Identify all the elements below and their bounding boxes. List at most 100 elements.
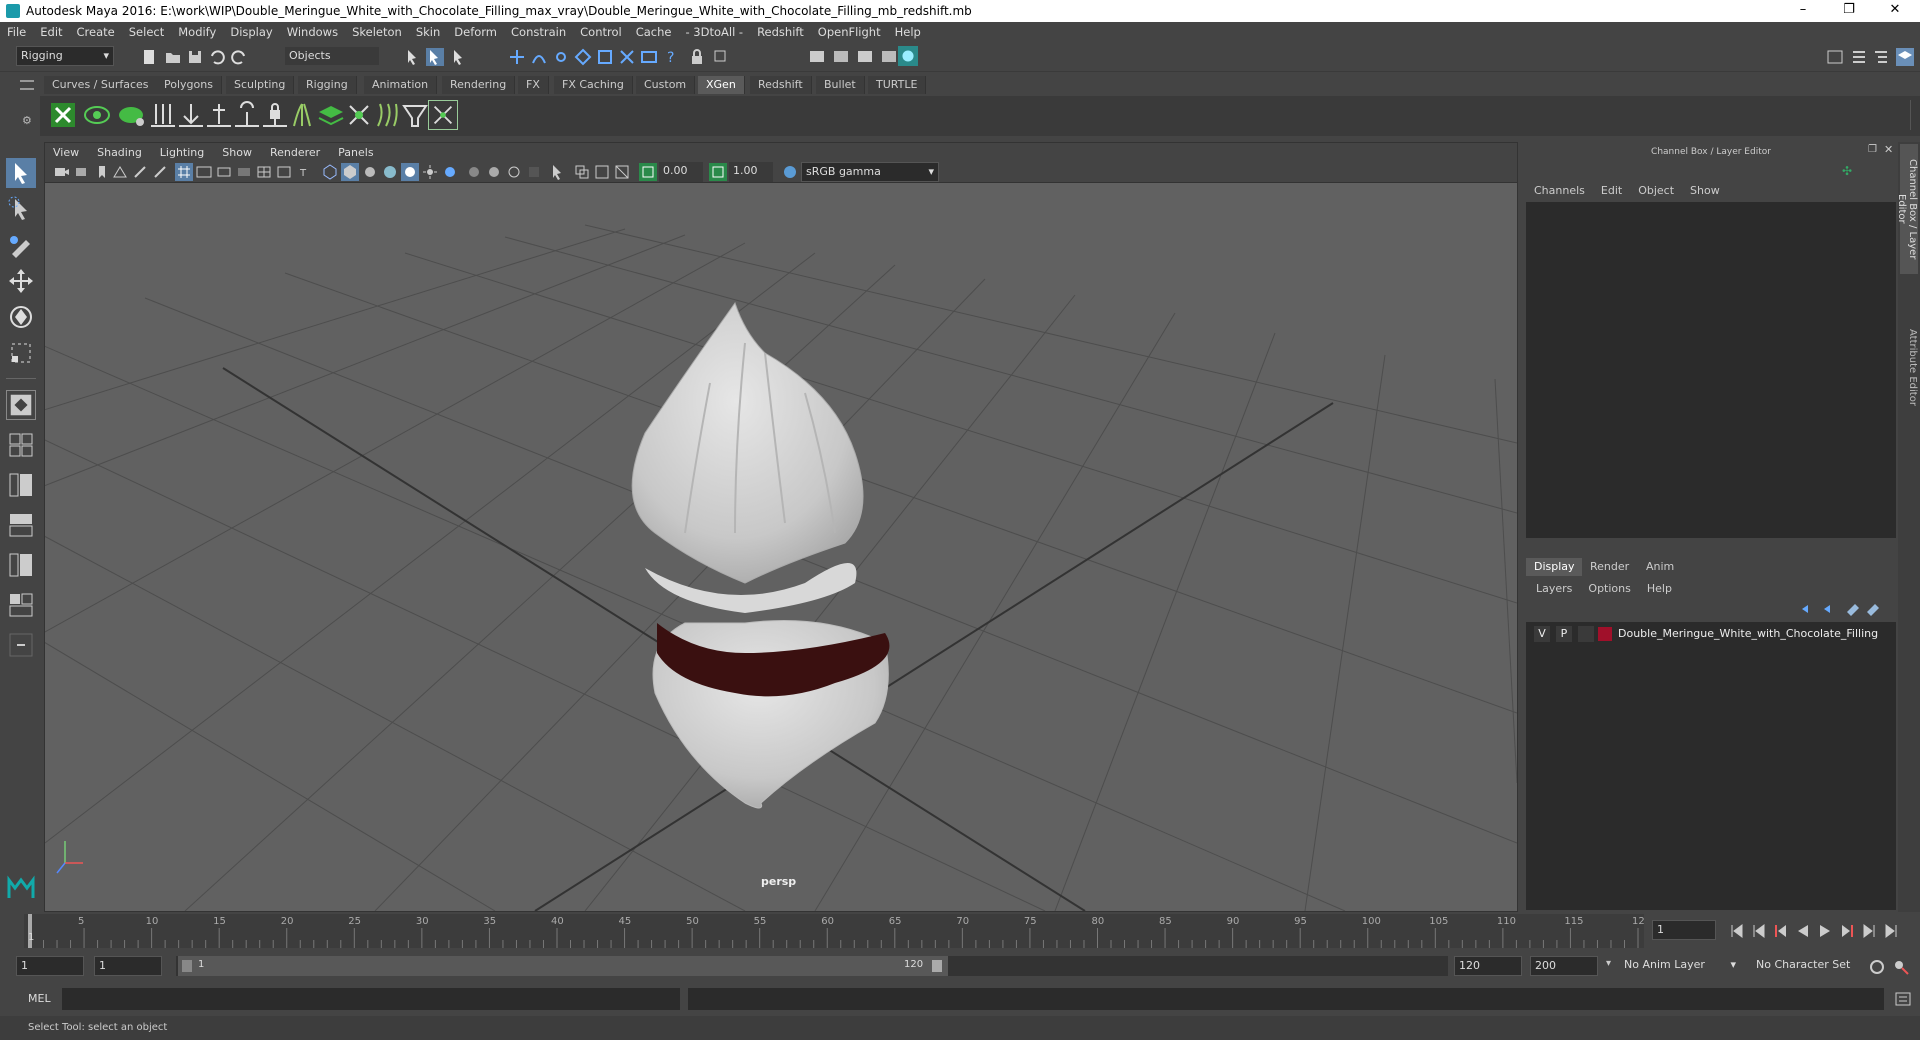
xgen-bend-guide-icon[interactable]	[232, 100, 262, 130]
render-sequence-icon[interactable]	[832, 48, 850, 66]
menu-deform[interactable]: Deform	[447, 25, 504, 39]
menu-display[interactable]: Display	[223, 25, 279, 39]
shelf-scroll-handle[interactable]	[1910, 100, 1918, 130]
cb-menu-object[interactable]: Object	[1630, 184, 1682, 197]
xgen-create-description-icon[interactable]	[116, 100, 146, 130]
symmetry-icon[interactable]	[618, 48, 636, 66]
xgen-guides-to-curves-icon[interactable]	[288, 100, 318, 130]
xray-joints-icon[interactable]	[573, 163, 591, 181]
lock-icon[interactable]	[688, 48, 706, 66]
menu-constrain[interactable]: Constrain	[504, 25, 573, 39]
persp-graph-layout-icon[interactable]	[6, 510, 36, 540]
cb-menu-channels[interactable]: Channels	[1524, 184, 1593, 197]
xgen-fx-icon[interactable]	[372, 100, 402, 130]
colorspace-dropdown[interactable]: sRGB gamma ▾	[801, 162, 939, 182]
step-back-key-icon[interactable]	[1750, 922, 1768, 940]
shelf-tab-fx-caching[interactable]: FX Caching	[554, 76, 633, 94]
workspace-channel-icon[interactable]	[1850, 48, 1868, 66]
undo-icon[interactable]	[208, 48, 226, 66]
select-by-hierarchy-icon[interactable]	[404, 48, 422, 66]
xgen-add-guide-icon[interactable]	[148, 100, 178, 130]
cb-menu-edit[interactable]: Edit	[1593, 184, 1630, 197]
render-settings-icon[interactable]	[880, 48, 898, 66]
render-region-icon[interactable]	[640, 48, 658, 66]
smooth-shade-icon[interactable]	[341, 163, 359, 181]
select-highlight-icon[interactable]	[712, 48, 730, 66]
help-query-icon[interactable]: ?	[662, 48, 680, 66]
animation-start-field[interactable]: 1	[16, 956, 84, 976]
menu-help[interactable]: Help	[888, 25, 928, 39]
gate-mask-icon[interactable]	[235, 163, 253, 181]
menu-edit[interactable]: Edit	[33, 25, 69, 39]
gear-icon[interactable]: ⚙	[22, 114, 32, 127]
select-by-component-icon[interactable]	[450, 48, 468, 66]
xgen-lock-guide-icon[interactable]	[260, 100, 290, 130]
color-management-icon[interactable]	[781, 163, 799, 181]
le-menu-help[interactable]: Help	[1639, 582, 1680, 595]
character-set-dropdown[interactable]: No Character Set	[1752, 956, 1866, 976]
bookmark-icon[interactable]	[93, 163, 111, 181]
single-perspective-layout-icon[interactable]	[6, 390, 36, 420]
textured-icon[interactable]	[381, 163, 399, 181]
move-layer-up-icon[interactable]	[1798, 600, 1816, 618]
tab-render[interactable]: Render	[1582, 558, 1638, 576]
camera-icon[interactable]	[53, 163, 71, 181]
menu-control[interactable]: Control	[573, 25, 629, 39]
close-panel-icon[interactable]: ✕	[1884, 143, 1893, 156]
rotate-tool-icon[interactable]	[6, 302, 36, 332]
workspace-outliner-icon[interactable]	[1872, 48, 1890, 66]
xgen-lengthen-guide-icon[interactable]	[204, 100, 234, 130]
xray-icon[interactable]	[441, 163, 459, 181]
time-ruler[interactable]: 5 10 15 20 25 30 35 40 45 50 55 60 65 70 75 80 85 90 95 100…	[24, 914, 1644, 948]
go-to-end-icon[interactable]	[1882, 922, 1900, 940]
script-language-label[interactable]: MEL	[28, 992, 51, 1005]
vp-menu-panels[interactable]: Panels	[330, 146, 383, 159]
menu-file[interactable]: File	[0, 25, 33, 39]
xgen-sculpt-icon[interactable]	[344, 100, 374, 130]
shelf-tab-curves-surfaces[interactable]: Curves / Surfaces	[44, 76, 158, 94]
side-tab-attribute-editor[interactable]: Attribute Editor	[1900, 312, 1918, 422]
resolution-gate-icon[interactable]	[215, 163, 233, 181]
step-forward-frame-icon[interactable]	[1838, 922, 1856, 940]
hypershade-layout-icon[interactable]	[6, 590, 36, 620]
menu-cache[interactable]: Cache	[629, 25, 679, 39]
save-scene-icon[interactable]	[186, 48, 204, 66]
render-frame-icon[interactable]	[808, 48, 826, 66]
menu-redshift[interactable]: Redshift	[750, 25, 811, 39]
more-layouts-icon[interactable]	[6, 630, 36, 660]
play-forwards-icon[interactable]	[1816, 922, 1834, 940]
vp-menu-show[interactable]: Show	[214, 146, 262, 159]
shelf-tab-bullet[interactable]: Bullet	[816, 76, 865, 94]
snap-curve-icon[interactable]	[530, 48, 548, 66]
shelf-tab-xgen[interactable]: XGen	[698, 76, 745, 94]
shelf-tab-turtle[interactable]: TURTLE	[868, 76, 927, 94]
redo-icon[interactable]	[230, 48, 248, 66]
safe-action-icon[interactable]	[275, 163, 293, 181]
motion-blur-icon[interactable]	[485, 163, 503, 181]
range-slider-handle[interactable]: 1 120	[178, 956, 948, 976]
field-chart-icon[interactable]	[255, 163, 273, 181]
new-layer-icon[interactable]	[1844, 600, 1862, 618]
two-d-pan-icon[interactable]	[131, 163, 149, 181]
command-input[interactable]	[62, 988, 680, 1010]
grid-toggle-icon[interactable]	[175, 163, 193, 181]
lasso-tool-icon[interactable]	[6, 194, 36, 224]
layer-color-swatch[interactable]	[1598, 627, 1612, 641]
shelf-tab-fx[interactable]: FX	[518, 76, 549, 94]
hypershade-icon[interactable]	[898, 46, 918, 66]
vp-menu-lighting[interactable]: Lighting	[152, 146, 214, 159]
layer-visibility-toggle[interactable]: V	[1534, 626, 1550, 642]
isolate-select-icon[interactable]	[549, 163, 567, 181]
new-scene-icon[interactable]	[140, 48, 158, 66]
shelf-tab-sculpting[interactable]: Sculpting	[226, 76, 295, 94]
play-backwards-icon[interactable]	[1794, 922, 1812, 940]
anim-layer-dropdown[interactable]: No Anim Layer ▾	[1620, 956, 1738, 976]
snap-view-plane-icon[interactable]	[574, 48, 592, 66]
ipr-render-icon[interactable]	[856, 48, 874, 66]
shelf-tab-redshift[interactable]: Redshift	[750, 76, 812, 94]
selection-mode-dropdown[interactable]: Objects	[284, 46, 380, 66]
vp-menu-renderer[interactable]: Renderer	[262, 146, 330, 159]
go-to-start-icon[interactable]	[1728, 922, 1746, 940]
shelf-tab-rendering[interactable]: Rendering	[442, 76, 516, 94]
minimize-button[interactable]: –	[1780, 0, 1826, 22]
